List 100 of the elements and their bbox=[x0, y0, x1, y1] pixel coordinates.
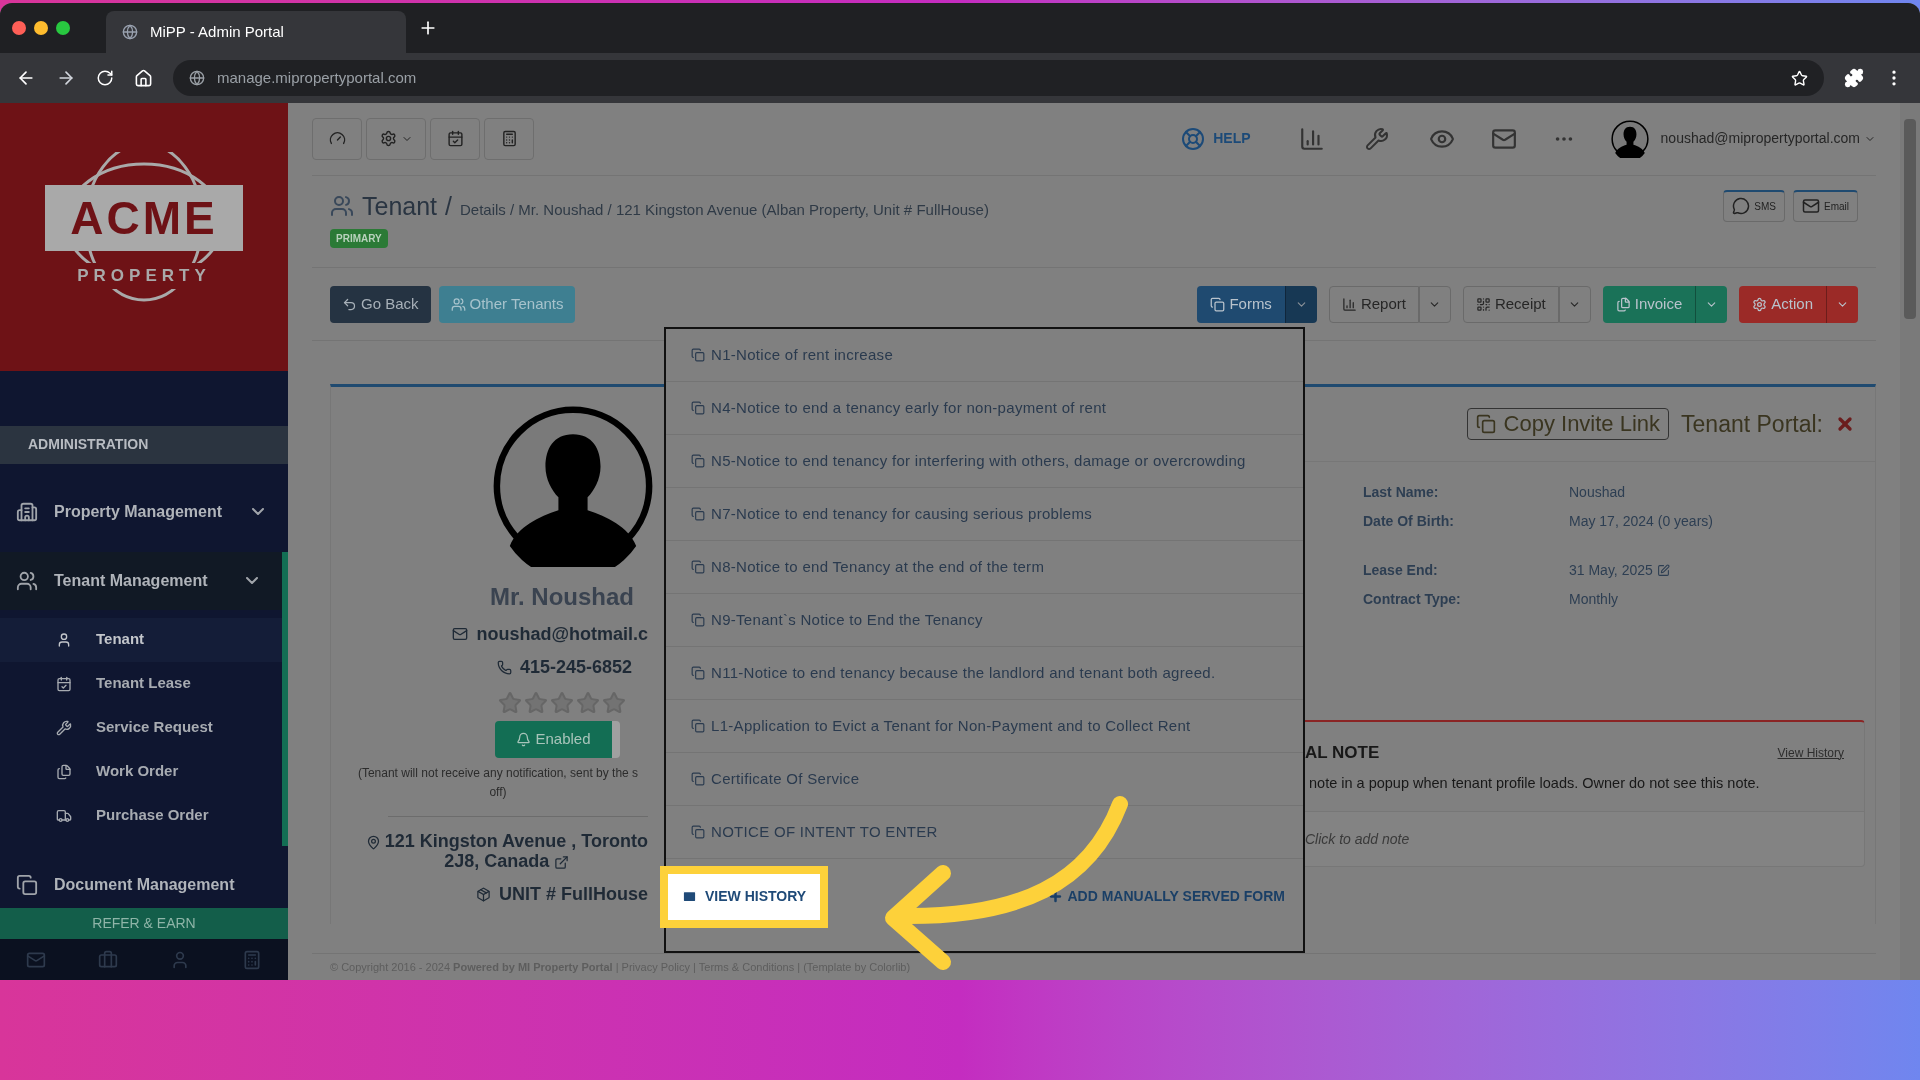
globe-icon bbox=[189, 70, 205, 86]
field-value: May 17, 2024 (0 years) bbox=[1569, 511, 1713, 531]
menu-item[interactable]: N8-Notice to end Tenancy at the end of the term bbox=[666, 540, 1303, 594]
browser-tab[interactable]: MiPP - Admin Portal bbox=[106, 11, 406, 53]
sms-button[interactable]: SMS bbox=[1723, 189, 1785, 222]
tenant-phone: 415-245-6852 bbox=[496, 653, 632, 681]
bar-chart-icon[interactable] bbox=[1298, 125, 1325, 152]
other-tenants-button[interactable]: Other Tenants bbox=[438, 285, 576, 323]
add-form-link[interactable]: ADD MANUALLY SERVED FORM bbox=[1048, 886, 1285, 908]
field-label: Date Of Birth: bbox=[1363, 511, 1455, 531]
sidebar-group[interactable]: Property Management bbox=[0, 471, 288, 552]
menu-item[interactable]: N9-Tenant`s Notice to End the Tenancy bbox=[666, 593, 1303, 647]
notification-toggle[interactable]: Enabled bbox=[495, 720, 620, 758]
users-icon bbox=[330, 194, 354, 219]
address-field[interactable]: manage.mipropertyportal.com bbox=[173, 60, 1824, 96]
copy-icon bbox=[691, 347, 705, 362]
copy-icon bbox=[1475, 413, 1496, 434]
star-icon[interactable] bbox=[602, 690, 626, 715]
files-icon bbox=[56, 763, 72, 780]
action-icon bbox=[1752, 296, 1768, 312]
calendar-button[interactable] bbox=[430, 117, 480, 160]
dropdown-toggle[interactable] bbox=[1558, 285, 1591, 323]
title-separator: / bbox=[445, 190, 452, 222]
note-input[interactable]: Click to add note bbox=[1305, 811, 1865, 868]
box-icon bbox=[476, 886, 491, 902]
field-label: Last Name: bbox=[1363, 482, 1440, 502]
invoice-button[interactable]: Invoice bbox=[1602, 285, 1696, 323]
scrollbar-thumb[interactable] bbox=[1904, 119, 1916, 319]
copy-icon bbox=[691, 665, 705, 680]
calculator-icon bbox=[500, 130, 518, 148]
menu-item[interactable]: N7-Notice to end tenancy for causing serious problems bbox=[666, 487, 1303, 541]
envelope-icon bbox=[1802, 197, 1820, 216]
users-icon bbox=[450, 296, 466, 312]
sidebar-item[interactable]: Service Request bbox=[0, 705, 282, 750]
star-icon[interactable] bbox=[576, 690, 600, 715]
menu-item[interactable]: N11-Notice to end tenancy because the landlord and tenant both agreed. bbox=[666, 646, 1303, 700]
reload-icon[interactable] bbox=[96, 69, 114, 87]
tenant-name: Mr. Noushad bbox=[490, 581, 634, 612]
sidebar-item[interactable]: Work Order bbox=[0, 749, 282, 794]
dropdown-toggle[interactable] bbox=[1418, 285, 1451, 323]
forms-button[interactable]: Forms bbox=[1197, 285, 1285, 323]
field-value: 31 May, 2025 bbox=[1569, 560, 1653, 580]
menu-item[interactable]: N5-Notice to end tenancy for interfering with others, damage or overcrowding bbox=[666, 434, 1303, 488]
wrench-icon[interactable] bbox=[1364, 126, 1389, 151]
go-back-button[interactable]: Go Back bbox=[330, 285, 431, 323]
help-button[interactable]: HELP bbox=[1181, 126, 1251, 151]
view-history-link[interactable]: View History bbox=[1777, 743, 1844, 762]
globe-icon bbox=[122, 24, 138, 40]
menu-item[interactable]: N1-Notice of rent increase bbox=[666, 328, 1303, 382]
users-icon bbox=[16, 569, 38, 592]
documents-icon bbox=[16, 873, 38, 896]
dashboard-button[interactable] bbox=[312, 117, 362, 160]
sidebar-group[interactable]: Tenant Management bbox=[0, 551, 282, 610]
sidebar-item[interactable]: Tenant bbox=[0, 617, 282, 662]
copy-icon bbox=[691, 506, 705, 521]
rating-stars[interactable] bbox=[498, 690, 626, 715]
logo-name: ACME bbox=[70, 190, 218, 246]
email-button[interactable]: Email bbox=[1793, 189, 1858, 222]
star-icon[interactable] bbox=[550, 690, 574, 715]
copy-icon bbox=[691, 824, 705, 839]
menu-item[interactable]: L1-Application to Evict a Tenant for Non-Payment and to Collect Rent bbox=[666, 699, 1303, 753]
user-email[interactable]: noushad@mipropertyportal.com bbox=[1660, 128, 1860, 150]
bell-icon bbox=[516, 731, 532, 747]
menu-item[interactable]: N4-Notice to end a tenancy early for non-payment of rent bbox=[666, 381, 1303, 435]
sidebar-item[interactable]: Tenant Lease bbox=[0, 661, 282, 706]
user-icon bbox=[56, 631, 72, 648]
copy-invite-button[interactable]: Copy Invite Link bbox=[1466, 407, 1670, 440]
field-value: Noushad bbox=[1569, 482, 1626, 502]
star-icon[interactable] bbox=[524, 690, 548, 715]
extensions-icon[interactable] bbox=[1844, 68, 1864, 88]
section-header: ADMINISTRATION bbox=[0, 426, 288, 464]
menu-item[interactable]: NOTICE OF INTENT TO ENTER bbox=[666, 805, 1303, 859]
sidebar-group[interactable]: Document Management bbox=[0, 861, 288, 908]
bookmark-star-icon[interactable] bbox=[1791, 69, 1808, 87]
action-button[interactable]: Action bbox=[1739, 285, 1826, 323]
calculator-button[interactable] bbox=[484, 117, 534, 160]
copy-icon bbox=[691, 453, 705, 468]
receipt-button[interactable]: Receipt bbox=[1462, 285, 1559, 323]
report-button[interactable]: Report bbox=[1328, 285, 1419, 323]
home-icon[interactable] bbox=[134, 68, 153, 88]
field-value: Monthly bbox=[1569, 589, 1619, 609]
external-link-icon[interactable] bbox=[554, 854, 570, 870]
notification-note: (Tenant will not receive any notification, sent by the s off) bbox=[356, 764, 640, 801]
invoice-icon bbox=[1615, 296, 1631, 312]
undo-arrow-icon bbox=[342, 296, 357, 312]
building-icon bbox=[16, 500, 38, 523]
avatar-icon bbox=[491, 404, 654, 567]
star-icon[interactable] bbox=[498, 690, 522, 715]
wrench-icon bbox=[56, 719, 72, 736]
chevron-icon bbox=[246, 577, 258, 585]
truck-icon bbox=[56, 807, 72, 824]
settings-button[interactable] bbox=[366, 117, 426, 160]
refer-earn-button[interactable]: REFER & EARN bbox=[0, 907, 288, 940]
sidebar-item[interactable]: Purchase Order bbox=[0, 793, 282, 838]
edit-icon[interactable] bbox=[1656, 563, 1670, 577]
field-label: Contract Type: bbox=[1363, 589, 1462, 609]
copy-icon bbox=[691, 771, 705, 786]
view-history-button[interactable]: VIEW HISTORY bbox=[660, 865, 829, 928]
menu-item[interactable]: Certificate Of Service bbox=[666, 752, 1303, 806]
plus-icon bbox=[1048, 889, 1064, 905]
